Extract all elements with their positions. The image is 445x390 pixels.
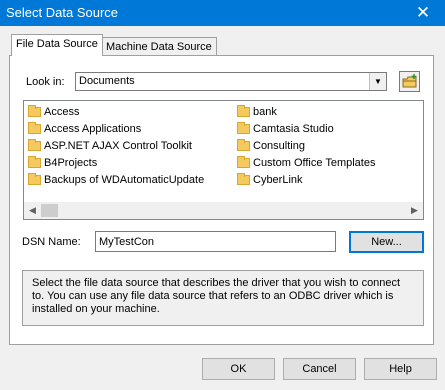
scroll-left-icon[interactable]: ◀ bbox=[24, 202, 41, 219]
title-bar[interactable]: Select Data Source ✕ bbox=[0, 0, 445, 26]
folder-icon bbox=[28, 173, 41, 185]
folder-label: bank bbox=[253, 106, 277, 118]
folder-icon bbox=[237, 173, 250, 185]
new-button[interactable]: New... bbox=[349, 231, 424, 253]
folder-label: Backups of WDAutomaticUpdate bbox=[44, 174, 205, 186]
select-data-source-dialog: Select Data Source ✕ File Data Source Ma… bbox=[0, 0, 445, 390]
folder-icon bbox=[28, 156, 41, 168]
tab-file-data-source[interactable]: File Data Source bbox=[11, 34, 103, 56]
folder-icon bbox=[28, 122, 41, 134]
folder-label: Access Applications bbox=[44, 123, 142, 135]
window-title: Select Data Source bbox=[6, 5, 119, 20]
cancel-button[interactable]: Cancel bbox=[283, 358, 356, 380]
folder-icon bbox=[237, 156, 250, 168]
tab-machine-data-source[interactable]: Machine Data Source bbox=[101, 37, 217, 56]
folder-icon bbox=[237, 105, 250, 117]
dropdown-arrow-icon[interactable]: ▼ bbox=[369, 73, 386, 90]
folder-icon bbox=[237, 122, 250, 134]
folder-icon bbox=[237, 139, 250, 151]
folder-icon bbox=[28, 139, 41, 151]
scroll-right-icon[interactable]: ▶ bbox=[406, 202, 423, 219]
folder-icon bbox=[28, 105, 41, 117]
new-folder-button[interactable] bbox=[399, 71, 420, 92]
new-folder-icon bbox=[402, 74, 417, 88]
close-icon[interactable]: ✕ bbox=[401, 0, 445, 26]
folder-label: Camtasia Studio bbox=[253, 123, 334, 135]
folder-label: Consulting bbox=[253, 140, 305, 152]
horizontal-scrollbar[interactable]: ◀ ▶ bbox=[24, 202, 423, 219]
folder-label: B4Projects bbox=[44, 157, 98, 169]
folder-list[interactable]: Access Access Applications ASP.NET AJAX … bbox=[23, 100, 424, 220]
scrollbar-thumb[interactable] bbox=[41, 204, 58, 217]
look-in-label: Look in: bbox=[26, 76, 65, 88]
folder-label: ASP.NET AJAX Control Toolkit bbox=[44, 140, 192, 152]
dsn-name-input[interactable] bbox=[95, 231, 336, 252]
folder-label: Custom Office Templates bbox=[253, 157, 376, 169]
ok-button[interactable]: OK bbox=[202, 358, 275, 380]
dsn-name-label: DSN Name: bbox=[22, 236, 81, 248]
look-in-dropdown[interactable]: Documents ▼ bbox=[75, 72, 387, 91]
look-in-value: Documents bbox=[79, 75, 135, 87]
folder-label: CyberLink bbox=[253, 174, 303, 186]
description-text: Select the file data source that describ… bbox=[22, 270, 424, 326]
folder-label: Access bbox=[44, 106, 80, 118]
help-button[interactable]: Help bbox=[364, 358, 437, 380]
